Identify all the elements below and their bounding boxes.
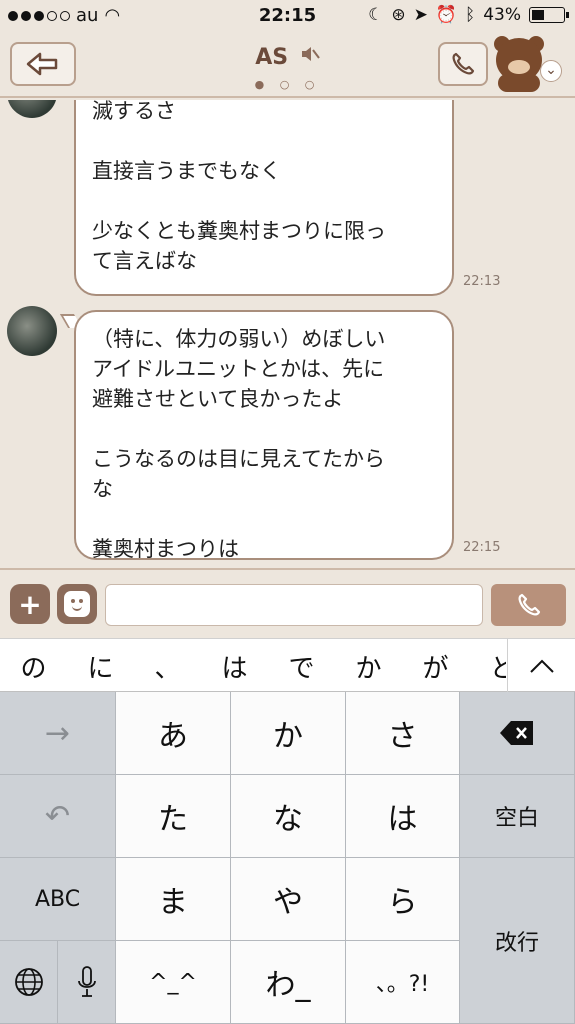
chat-area[interactable]: 行くやつが居なくなれば自然消 滅するさ 直接言うまでもなく 少なくとも糞奥村まつ… — [0, 100, 575, 568]
key-ra[interactable]: ら — [346, 858, 460, 941]
abc-key[interactable]: ABC — [0, 858, 116, 941]
delete-icon — [500, 721, 533, 745]
status-bar: au ◠ 22:15 ☾ ⊛ ➤ ⏰ ᛒ 43% — [0, 0, 575, 32]
status-right: ☾ ⊛ ➤ ⏰ ᛒ 43% — [368, 5, 569, 25]
prediction-item[interactable]: 、 — [134, 648, 201, 685]
key-ta[interactable]: た — [116, 775, 231, 858]
mute-icon — [300, 44, 320, 69]
prediction-item[interactable]: に — [67, 648, 134, 685]
punctuation-key[interactable]: 、。?! — [346, 941, 460, 1024]
message-time: 22:15 — [463, 540, 501, 555]
input-bar: + — [0, 568, 575, 638]
kaomoji-key[interactable]: ^_^ — [116, 941, 231, 1024]
emoji-button[interactable] — [57, 584, 97, 624]
key-sa[interactable]: さ — [346, 692, 460, 775]
call-button[interactable] — [438, 42, 488, 86]
emoji-icon — [64, 591, 90, 617]
voice-call-button[interactable] — [491, 584, 566, 626]
chevron-down-icon[interactable]: ⌄ — [540, 60, 562, 82]
prediction-item[interactable]: か — [335, 648, 402, 685]
mic-key[interactable] — [58, 941, 116, 1024]
message-bubble[interactable]: （特に、体力の弱い）めぼしい アイドルユニットとかは、先に 避難させといて良かっ… — [74, 310, 454, 561]
key-ma[interactable]: ま — [116, 858, 231, 941]
plus-icon: + — [18, 587, 42, 621]
prediction-item[interactable]: と — [469, 648, 506, 685]
moon-icon: ☾ — [368, 5, 384, 25]
key-wa[interactable]: わ_ — [231, 941, 346, 1024]
keyboard: → あ か さ ↶ た な は 空白 ABC ま や ら 改行 ^_^ わ_ 、… — [0, 692, 575, 1024]
chat-title-text: AS — [255, 45, 289, 70]
globe-key[interactable] — [0, 941, 58, 1024]
battery-fill — [532, 10, 544, 20]
message-bubble[interactable]: 行くやつが居なくなれば自然消 滅するさ 直接言うまでもなく 少なくとも糞奥村まつ… — [74, 100, 454, 296]
avatar[interactable] — [7, 100, 57, 118]
prediction-item[interactable]: が — [402, 648, 469, 685]
chat-header: AS ● ○ ○ ⌄ — [0, 32, 575, 98]
key-a[interactable]: あ — [116, 692, 231, 775]
key-undo[interactable]: ↶ — [0, 775, 116, 858]
delete-key[interactable] — [460, 692, 575, 775]
return-key[interactable]: 改行 — [460, 858, 575, 1024]
bluetooth-icon: ᛒ — [465, 5, 476, 25]
key-ha[interactable]: は — [346, 775, 460, 858]
prediction-item[interactable]: で — [268, 648, 335, 685]
prediction-item[interactable]: は — [201, 648, 268, 685]
message-input[interactable] — [105, 584, 483, 626]
key-na[interactable]: な — [231, 775, 346, 858]
battery-percent: 43% — [483, 5, 521, 25]
rotation-lock-icon: ⊛ — [391, 5, 406, 25]
location-icon: ➤ — [413, 5, 428, 25]
alarm-icon: ⏰ — [435, 5, 457, 25]
key-ka[interactable]: か — [231, 692, 346, 775]
bear-muzzle — [508, 60, 530, 74]
key-arrow[interactable]: → — [0, 692, 116, 775]
prediction-list: の に 、 は で か が と — [0, 639, 506, 693]
avatar[interactable] — [7, 306, 57, 356]
phone-icon — [452, 52, 475, 75]
microphone-icon — [77, 966, 96, 997]
chat-title[interactable]: AS — [0, 44, 575, 70]
phone-icon — [518, 593, 540, 616]
space-key[interactable]: 空白 — [460, 775, 575, 858]
add-button[interactable]: + — [10, 584, 50, 624]
page-indicator: ● ○ ○ — [254, 78, 321, 91]
message-time: 22:13 — [463, 274, 501, 289]
battery-icon — [529, 7, 569, 23]
brown-bear-sticker-button[interactable]: ⌄ — [492, 36, 564, 96]
expand-predictions-button[interactable] — [507, 639, 575, 693]
prediction-bar: の に 、 は で か が と — [0, 638, 575, 693]
globe-icon — [14, 968, 43, 996]
bear-body — [498, 74, 540, 92]
chevron-up-icon — [529, 659, 554, 673]
prediction-item[interactable]: の — [0, 648, 67, 685]
key-ya[interactable]: や — [231, 858, 346, 941]
